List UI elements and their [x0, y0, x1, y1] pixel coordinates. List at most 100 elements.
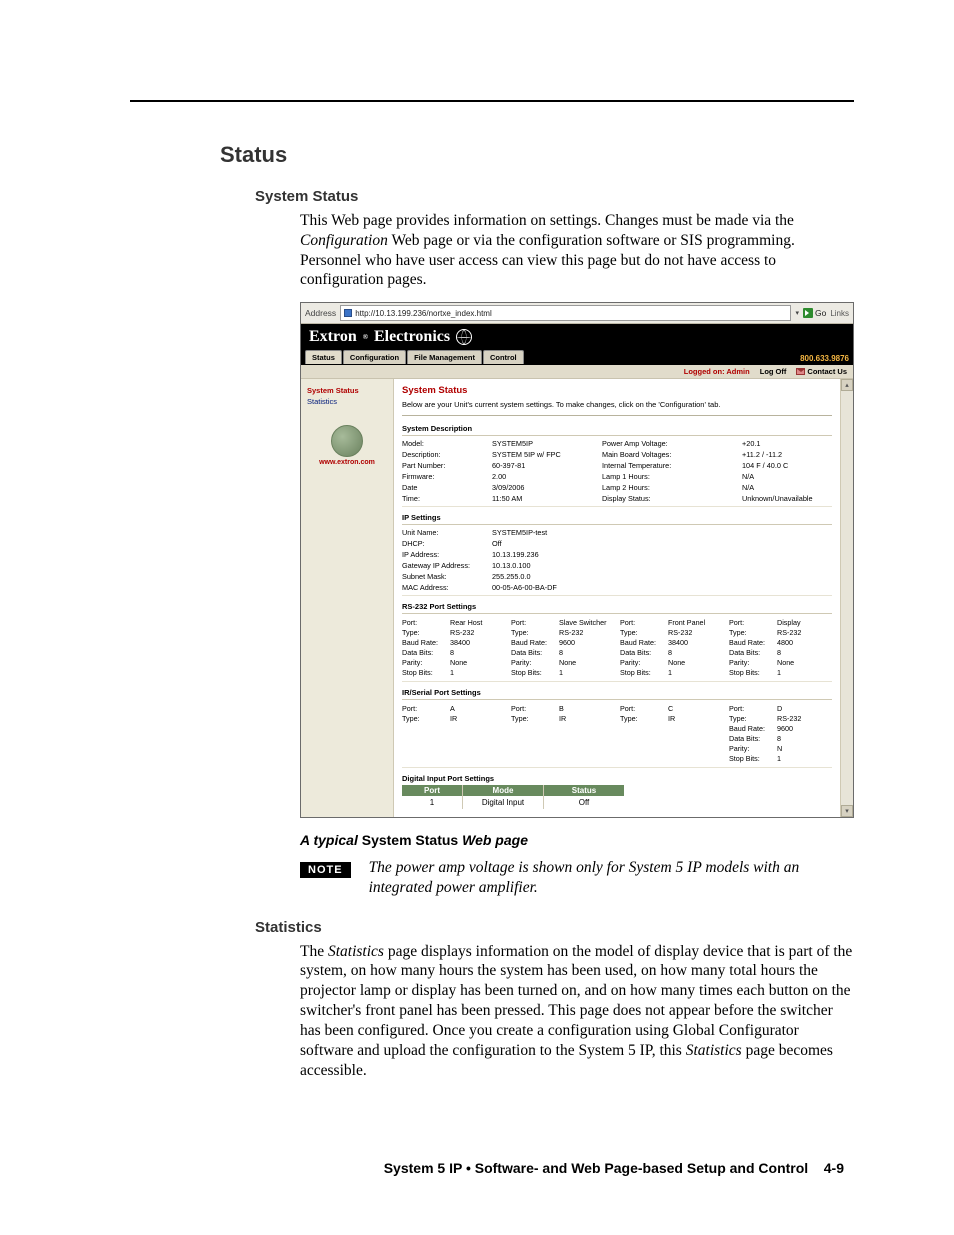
kv-pair: Stop Bits:1 [620, 668, 723, 677]
sidebar: System Status Statistics www.extron.com [301, 379, 394, 817]
kv-pair: Type:RS-232 [729, 628, 832, 637]
kv-pair: Model:SYSTEM5IP [402, 439, 592, 448]
kv-key: MAC Address: [402, 583, 490, 592]
kv-value: SYSTEM5IP [492, 439, 533, 448]
kv-pair: Data Bits:8 [511, 648, 614, 657]
footer-page-number: 4-9 [824, 1160, 844, 1176]
kv-key: Power Amp Voltage: [602, 439, 732, 448]
heading-status: Status [220, 142, 854, 168]
cap-b: System Status [358, 832, 462, 848]
kv-pair: Data Bits:8 [620, 648, 723, 657]
kv-value: 8 [668, 648, 672, 657]
dip-c-mode: Digital Input [463, 796, 544, 809]
kv-value: SYSTEM 5IP w/ FPC [492, 450, 561, 459]
sidebar-link[interactable]: Statistics [307, 397, 337, 406]
kv-value: N/A [742, 483, 832, 492]
sect-rs232: RS-232 Port Settings [402, 600, 832, 614]
address-url: http://10.13.199.236/nortxe_index.html [355, 309, 492, 318]
kv-value: Off [492, 539, 502, 548]
kv-pair: Baud Rate:38400 [402, 638, 505, 647]
kv-key: Port: [729, 704, 775, 713]
kv-pair: Baud Rate:9600 [511, 638, 614, 647]
footer-title: System 5 IP • Software- and Web Page-bas… [384, 1160, 808, 1176]
scroll-down-icon[interactable]: ▾ [841, 805, 853, 817]
sidebar-url[interactable]: www.extron.com [319, 459, 375, 466]
kv-key: Part Number: [402, 461, 490, 470]
txt-italic: Configuration [300, 232, 388, 249]
dropdown-icon[interactable]: ▾ [795, 309, 799, 317]
kv-value: +20.1 [742, 439, 832, 448]
address-input[interactable]: http://10.13.199.236/nortxe_index.html [340, 305, 791, 321]
txt-italic: Statistics [686, 1042, 742, 1059]
kv-key: Main Board Voltages: [602, 450, 732, 459]
sidebar-item-statistics[interactable]: Statistics [301, 396, 393, 407]
kv-key: Type: [729, 714, 775, 723]
kv-value: IR [450, 714, 457, 723]
kv-value: IR [559, 714, 566, 723]
note-text: The power amp voltage is shown only for … [369, 858, 854, 898]
kv-pair: Type:RS-232 [402, 628, 505, 637]
kv-value: Unknown/Unavailable [742, 494, 832, 503]
links-label[interactable]: Links [830, 309, 849, 318]
kv-key: Stop Bits: [729, 668, 775, 677]
kv-value: 3/09/2006 [492, 483, 524, 492]
kv-value: RS-232 [450, 628, 474, 637]
kv-pair: Subnet Mask:255.255.0.0 [402, 572, 832, 581]
kv-key: Port: [511, 618, 557, 627]
kv-value: None [668, 658, 685, 667]
tab-configuration[interactable]: Configuration [343, 350, 406, 364]
kv-key: Unit Name: [402, 528, 490, 537]
page-footer: System 5 IP • Software- and Web Page-bas… [130, 1160, 854, 1176]
scroll-up-icon[interactable]: ▴ [841, 379, 853, 391]
kv-value: 1 [668, 668, 672, 677]
tab-control[interactable]: Control [483, 350, 524, 364]
kv-key: Parity: [729, 658, 775, 667]
sidebar-item-system-status[interactable]: System Status [301, 385, 393, 396]
kv-value: SYSTEM5IP-test [492, 528, 547, 537]
main-panel: System Status Below are your Unit's curr… [394, 379, 840, 817]
kv-value: N [777, 744, 782, 753]
kv-pair: Part Number:60-397-81 [402, 461, 592, 470]
note-badge: NOTE [300, 862, 351, 878]
port-column: Port:DType:RS-232Baud Rate:9600Data Bits… [729, 704, 832, 763]
kv-key: Type: [620, 628, 666, 637]
txt-italic: Statistics [328, 943, 384, 960]
dip-h-port: Port [402, 785, 463, 796]
go-button[interactable]: Go [803, 308, 826, 318]
figure-caption: A typical System Status Web page [300, 832, 854, 848]
kv-value: None [450, 658, 467, 667]
scrollbar[interactable]: ▴ ▾ [840, 379, 853, 817]
sidebar-globe-icon [331, 425, 363, 457]
address-label: Address [305, 308, 336, 318]
tab-file-management[interactable]: File Management [407, 350, 482, 364]
kv-pair: Baud Rate:4800 [729, 638, 832, 647]
rs232-block: Port:Rear HostType:RS-232Baud Rate:38400… [402, 614, 832, 682]
kv-key: Data Bits: [620, 648, 666, 657]
kv-pair: Parity:None [620, 658, 723, 667]
kv-pair: Port:C [620, 704, 723, 713]
kv-value: RS-232 [777, 628, 801, 637]
kv-key: Parity: [402, 658, 448, 667]
dip-c-port: 1 [402, 796, 463, 809]
logoff-link[interactable]: Log Off [760, 367, 787, 376]
brand-logo: Extron® Electronics [309, 328, 472, 346]
kv-pair: Parity:None [511, 658, 614, 667]
digital-input-table: Port Mode Status 1 Digital Input Off [402, 785, 832, 809]
contact-link[interactable]: Contact Us [796, 367, 847, 376]
port-column: Port:Rear HostType:RS-232Baud Rate:38400… [402, 618, 505, 677]
kv-value: +11.2 / -11.2 [742, 450, 832, 459]
kv-key: Port: [402, 704, 448, 713]
kv-pair: Type:RS-232 [729, 714, 832, 723]
main-subtitle: Below are your Unit's current system set… [402, 400, 832, 416]
kv-key: Port: [729, 618, 775, 627]
kv-key: Port: [511, 704, 557, 713]
kv-pair: Stop Bits:1 [511, 668, 614, 677]
tab-status[interactable]: Status [305, 350, 342, 364]
contact-label: Contact Us [807, 367, 847, 376]
sub-bar: Logged on: Admin Log Off Contact Us [301, 365, 853, 379]
kv-key: Stop Bits: [729, 754, 775, 763]
kv-key: Baud Rate: [729, 724, 775, 733]
kv-key: Parity: [620, 658, 666, 667]
kv-value: 10.13.199.236 [492, 550, 539, 559]
kv-pair: Stop Bits:1 [729, 668, 832, 677]
